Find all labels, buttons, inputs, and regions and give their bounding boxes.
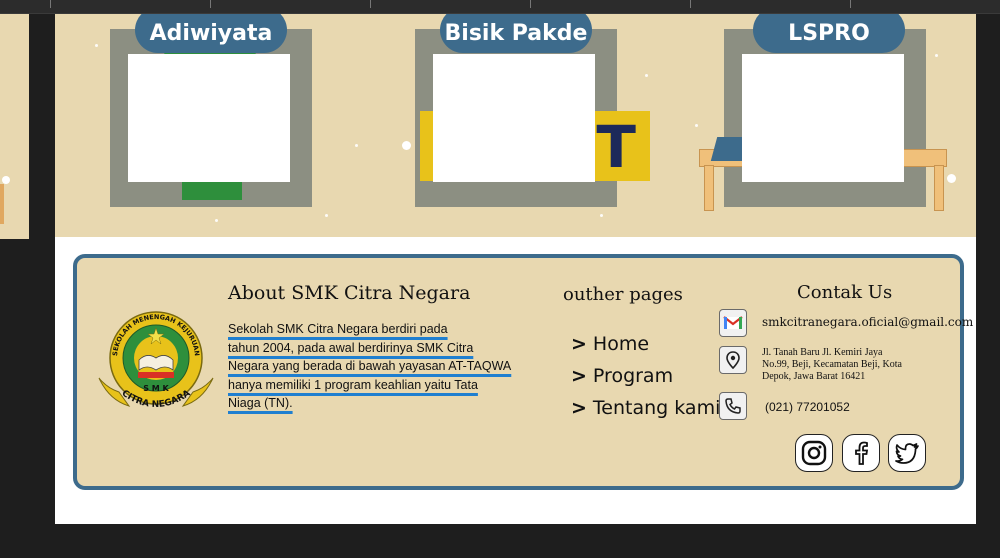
nav-link-home[interactable]: > Home <box>571 328 720 360</box>
nav-link-tentang-kami[interactable]: > Tentang kami <box>571 392 720 424</box>
contact-title: Contak Us <box>797 282 893 303</box>
gmail-icon <box>719 309 747 337</box>
about-line: tahun 2004, pada awal berdirinya SMK Cit… <box>228 340 474 355</box>
card-image-placeholder <box>433 54 595 182</box>
program-cards-section: Adiwiyata ST Bisik Pakde LSPRO <box>55 14 976 237</box>
card-image-placeholder <box>742 54 904 182</box>
instagram-icon[interactable] <box>795 434 833 472</box>
chevron-right-icon: > <box>571 397 587 419</box>
chevron-right-icon: > <box>571 333 587 355</box>
about-line: hanya memiliki 1 program keahlian yaitu … <box>228 377 478 392</box>
card-title-pill: LSPRO <box>753 14 905 53</box>
about-title: About SMK Citra Negara <box>228 282 471 304</box>
artboard-page: Adiwiyata ST Bisik Pakde LSPRO S M K SEK… <box>55 14 976 524</box>
contact-phone[interactable]: (021) 77201052 <box>765 400 850 414</box>
card-title-pill: Bisik Pakde <box>440 14 592 53</box>
top-ruler <box>0 0 1000 14</box>
twitter-icon[interactable] <box>888 434 926 472</box>
about-description: Sekolah SMK Citra Negara berdiri pada ta… <box>228 320 524 413</box>
about-line: Sekolah SMK Citra Negara berdiri pada <box>228 322 448 336</box>
address-line: No.99, Beji, Kecamatan Beji, Kota <box>762 359 902 370</box>
site-footer: S M K SEKOLAH MENENGAH KEJURUAN CITRA NE… <box>73 254 973 490</box>
logo-center-text: S M K <box>143 384 169 393</box>
address-line: Depok, Jawa Barat 16421 <box>762 371 866 382</box>
contact-address: Jl. Tanah Baru Jl. Kemiri Jaya No.99, Be… <box>762 347 922 383</box>
other-pages-list: > Home > Program > Tentang kami <box>571 328 720 424</box>
nav-link-label: Home <box>592 333 650 355</box>
selection-handle[interactable] <box>947 174 956 183</box>
program-card-lspro[interactable]: LSPRO <box>699 14 947 211</box>
nav-link-program[interactable]: > Program <box>571 360 720 392</box>
location-pin-icon <box>719 346 747 374</box>
nav-link-label: Tentang kami <box>592 397 721 419</box>
nav-link-label: Program <box>592 365 674 387</box>
desk-leg <box>934 165 944 211</box>
selection-handle[interactable] <box>402 141 411 150</box>
phone-icon <box>719 392 747 420</box>
artboard-edge-decoration <box>0 184 4 224</box>
address-line: Jl. Tanah Baru Jl. Kemiri Jaya <box>762 347 883 358</box>
facebook-icon[interactable] <box>842 434 880 472</box>
chevron-right-icon: > <box>571 365 587 387</box>
contact-email[interactable]: smkcitranegara.oficial@gmail.com <box>762 315 973 329</box>
other-pages-title: outher pages <box>563 284 683 305</box>
program-card-bisik-pakde[interactable]: ST Bisik Pakde <box>415 14 650 207</box>
program-card-adiwiyata[interactable]: Adiwiyata <box>110 14 312 207</box>
adjacent-artboard[interactable] <box>0 14 29 239</box>
selection-handle[interactable] <box>2 176 10 184</box>
card-image-placeholder <box>128 54 290 182</box>
card-title-pill: Adiwiyata <box>135 14 287 53</box>
desk-leg <box>704 165 714 211</box>
about-line: Negara yang berada di bawah yayasan AT-T… <box>228 359 512 374</box>
figure-illustration <box>182 182 242 200</box>
about-line: Niaga (TN). <box>228 396 293 411</box>
school-logo: S M K SEKOLAH MENENGAH KEJURUAN CITRA NE… <box>98 311 214 410</box>
